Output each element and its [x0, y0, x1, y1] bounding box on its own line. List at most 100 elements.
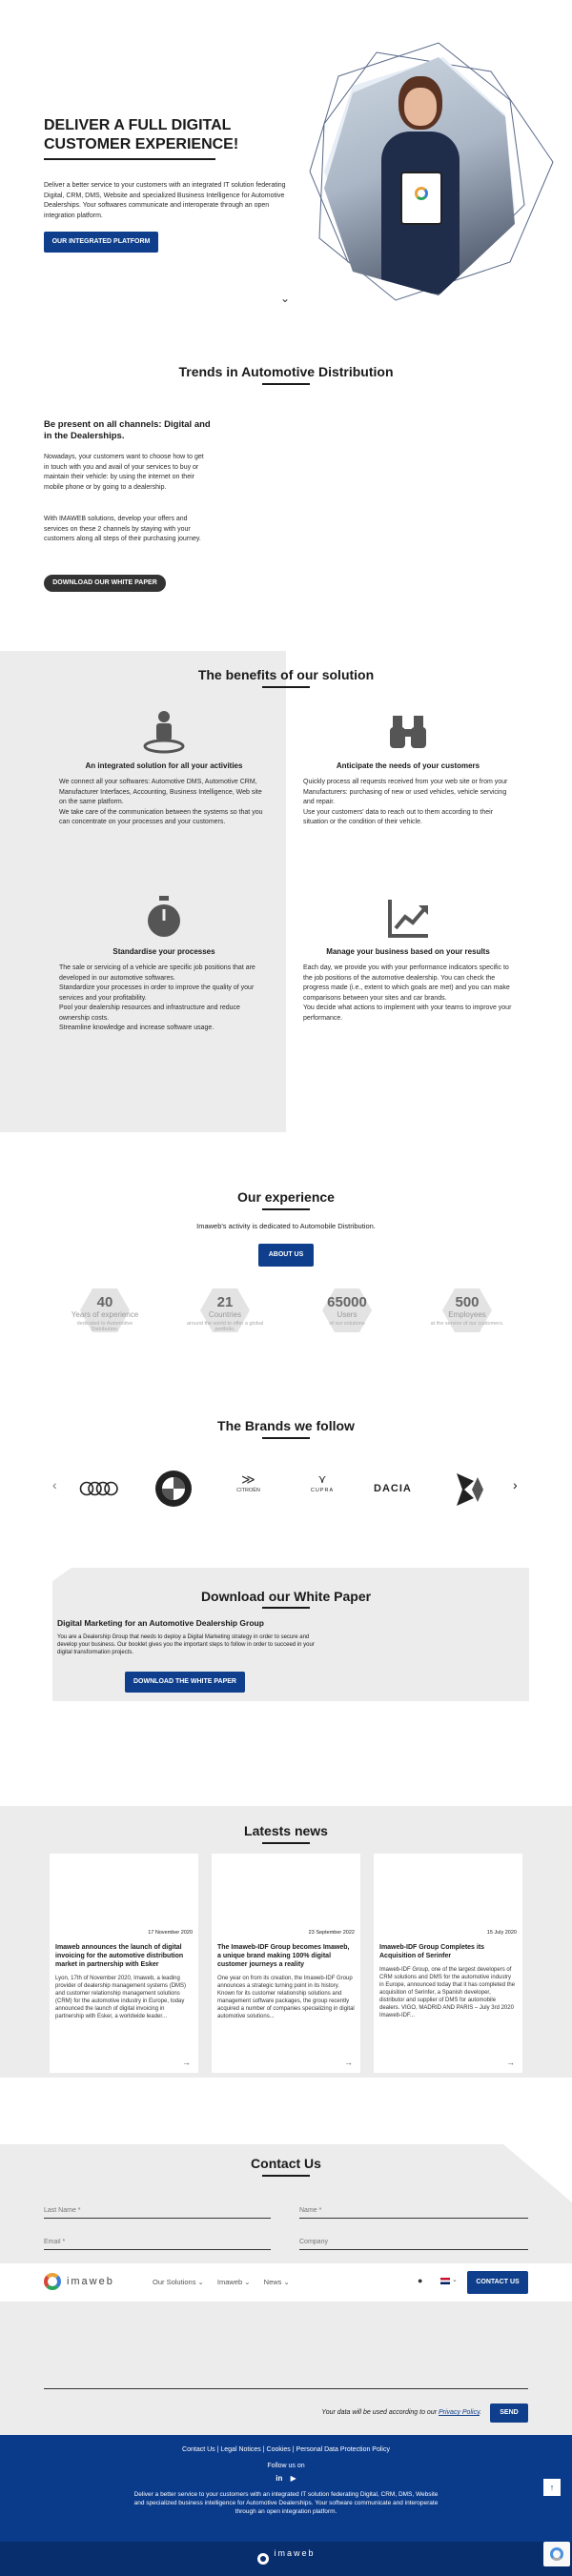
whitepaper-text: You are a Dealership Group that needs to… [57, 1634, 315, 1655]
stat-label: Users [337, 1310, 358, 1319]
stat-label: Years of experience [71, 1310, 139, 1319]
stat-sub: of our solutions [329, 1321, 365, 1327]
arrow-right-icon[interactable]: → [182, 2058, 191, 2067]
trends-underline [262, 383, 310, 385]
language-chevron-icon[interactable]: ⌄ [452, 2276, 458, 2283]
trends-section: Trends in Automotive Distribution Be pre… [0, 353, 572, 600]
trends-para-2: With IMAWEB solutions, develop your offe… [44, 516, 201, 542]
download-whitepaper-button[interactable]: DOWNLOAD THE WHITE PAPER [125, 1672, 245, 1693]
benefits-underline [262, 686, 310, 688]
benefit-title-2: Anticipate the needs of your customers [336, 761, 480, 770]
footer-link-privacy[interactable]: Personal Data Protection Policy [296, 2446, 390, 2453]
footer-bottom: imaweb [0, 2542, 572, 2576]
privacy-prefix: Your data will be used according to our [321, 2409, 438, 2416]
trends-title: Trends in Automotive Distribution [178, 364, 394, 379]
citroen-logo[interactable]: ≫ CITROËN [227, 1472, 270, 1493]
benefit-text-3: The sale or servicing of a vehicle are s… [59, 964, 255, 1031]
experience-underline [262, 1208, 310, 1210]
navbar: imaweb Our Solutions ⌄ Imaweb ⌄ News ⌄ ●… [0, 2263, 572, 2302]
benefit-card-1: An integrated solution for all your acti… [59, 708, 269, 828]
woman-figure [381, 76, 460, 295]
news-underline [262, 1842, 310, 1844]
stat-label: Employees [448, 1310, 486, 1319]
news-card-title[interactable]: Imaweb announces the launch of digital i… [55, 1943, 193, 1969]
footer-link-cookies[interactable]: Cookies [267, 2446, 291, 2453]
audi-logo[interactable] [78, 1480, 120, 1497]
stat-label: Countries [208, 1310, 242, 1319]
arrow-right-icon[interactable]: → [344, 2058, 353, 2067]
language-flag-icon[interactable] [440, 2278, 450, 2284]
recaptcha-icon [550, 2547, 563, 2561]
about-us-button[interactable]: ABOUT US [258, 1244, 314, 1267]
stat-sub: dedicated to Automotive Distribution. [76, 1321, 133, 1332]
linkedin-icon[interactable]: in [276, 2474, 282, 2483]
citroen-label: CITROËN [236, 1488, 260, 1493]
tablet-icon [400, 172, 442, 225]
navbar-logo[interactable]: imaweb [44, 2273, 114, 2292]
trends-whitepaper-button[interactable]: DOWNLOAD OUR WHITE PAPER [44, 575, 166, 592]
stat-value: 21 [216, 1294, 234, 1310]
lastname-field[interactable] [44, 2203, 271, 2219]
stat-4: 500 Employees at the service of our cust… [419, 1288, 515, 1332]
footer-follow: Follow us on [267, 2463, 305, 2469]
brands-prev-arrow[interactable]: ‹ [52, 1477, 57, 1492]
brands-next-arrow[interactable]: › [513, 1477, 518, 1492]
hero-description: Deliver a better service to your custome… [44, 182, 286, 219]
news-date: 23 September 2022 [308, 1930, 355, 1936]
experience-title: Our experience [237, 1189, 335, 1205]
contact-title: Contact Us [251, 2156, 321, 2171]
footer-link-contact[interactable]: Contact Us [182, 2446, 215, 2453]
message-field-underline[interactable] [44, 2388, 528, 2389]
person-pin-icon [143, 711, 185, 754]
benefit-text-2: Quickly process all requests received fr… [303, 779, 508, 825]
send-button[interactable]: SEND [490, 2404, 528, 2423]
stat-3: 65000 Users of our solutions [299, 1288, 395, 1332]
bmw-logo[interactable] [154, 1470, 193, 1508]
nav-item-solutions[interactable]: Our Solutions ⌄ [153, 2278, 204, 2286]
arrow-right-icon[interactable]: → [506, 2058, 515, 2067]
email-field[interactable] [44, 2235, 271, 2250]
youtube-icon[interactable]: ▶ [291, 2474, 296, 2483]
news-card-text: One year on from its creation, the Imawe… [217, 1976, 355, 2019]
footer-link-legal[interactable]: Legal Notices [220, 2446, 260, 2453]
navbar-contact-button[interactable]: CONTACT US [467, 2271, 528, 2294]
news-card-text: Imaweb-IDF Group, one of the largest dev… [379, 1967, 516, 2018]
news-card-2[interactable]: 23 September 2022 The Imaweb-IDF Group b… [212, 1854, 360, 2073]
news-card-title[interactable]: Imaweb-IDF Group Completes its Acquisiti… [379, 1943, 517, 1960]
recaptcha-badge[interactable] [543, 2542, 570, 2566]
scroll-down-icon[interactable]: ⌄ [280, 292, 290, 305]
footer-links: Contact Us | Legal Notices | Cookies | P… [182, 2446, 390, 2453]
news-date: 15 July 2020 [486, 1930, 517, 1936]
hero-title-underline [44, 158, 215, 160]
stat-value: 65000 [327, 1294, 367, 1310]
cupra-logo[interactable]: ⋎ CUPRA [303, 1473, 341, 1493]
ds-logo[interactable] [453, 1471, 487, 1508]
platform-button[interactable]: OUR INTEGRATED PLATFORM [44, 232, 158, 253]
footer-logo-icon [256, 2553, 269, 2565]
brands-section: The Brands we follow ‹ › ≫ CITROËN ⋎ CUP… [0, 1401, 572, 1515]
name-field[interactable] [299, 2203, 528, 2219]
benefit-text-4: Each day, we provide you with your perfo… [303, 964, 512, 1022]
dacia-logo[interactable]: DACIA [374, 1483, 412, 1494]
whitepaper-section: Download our White Paper Digital Marketi… [0, 1539, 572, 1706]
news-card-title[interactable]: The Imaweb-IDF Group becomes Imaweb, a u… [217, 1943, 355, 1969]
news-card-3[interactable]: 15 July 2020 Imaweb-IDF Group Completes … [374, 1854, 522, 2073]
company-field[interactable] [299, 2235, 528, 2250]
scroll-top-button[interactable]: ↑ [543, 2479, 561, 2496]
benefits-section: The benefits of our solution An integrat… [0, 651, 572, 1132]
nav-item-news[interactable]: News ⌄ [264, 2278, 290, 2286]
benefits-title: The benefits of our solution [197, 667, 375, 682]
footer-brand[interactable]: imaweb [274, 2548, 315, 2558]
user-icon[interactable]: ● [418, 2276, 422, 2285]
brands-title: The Brands we follow [217, 1418, 355, 1433]
logo-ring-icon [44, 2273, 61, 2290]
news-card-1[interactable]: 17 November 2020 Imaweb announces the la… [50, 1854, 198, 2073]
cupra-label: CUPRA [310, 1488, 335, 1493]
hero-section: DELIVER A FULL DIGITAL CUSTOMER EXPERIEN… [0, 0, 572, 314]
trends-subtitle: Be present on all channels: Digital and … [44, 419, 211, 441]
nav-item-imaweb[interactable]: Imaweb ⌄ [217, 2278, 251, 2286]
stat-value: 500 [455, 1294, 480, 1310]
privacy-policy-link[interactable]: Privacy Policy [439, 2409, 480, 2416]
benefit-title-1: An integrated solution for all your acti… [85, 761, 243, 770]
benefit-text-1: We connect all your softwares: Automotiv… [59, 779, 263, 825]
